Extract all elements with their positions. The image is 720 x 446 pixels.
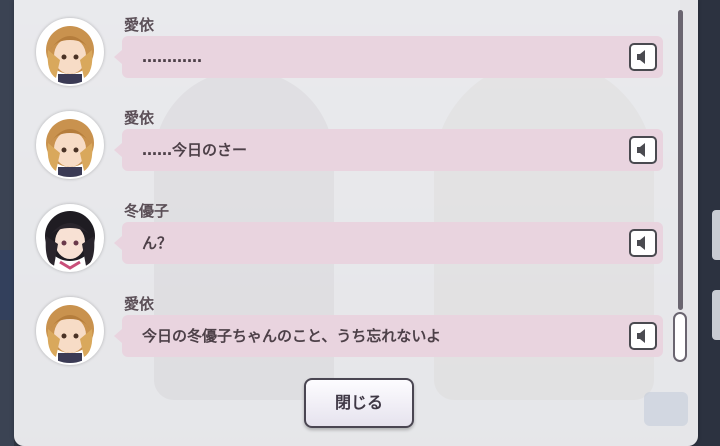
log-scrollbar-thumb[interactable] — [673, 312, 687, 362]
speaker-icon — [637, 236, 645, 250]
dialogue-bubble: ………… — [114, 36, 663, 78]
speaker-name: 愛依 — [124, 109, 155, 127]
voice-replay-button[interactable] — [629, 136, 657, 164]
speaker-icon — [637, 329, 645, 343]
voice-replay-button[interactable] — [629, 229, 657, 257]
log-entry: 冬優子 ん？ — [14, 196, 674, 276]
scene-left-edge — [0, 0, 14, 446]
log-scrollbar-track[interactable] — [678, 10, 683, 310]
log-entry: 愛依 ……今日のさー — [14, 103, 674, 183]
speaker-name: 冬優子 — [124, 202, 170, 220]
aii-portrait-icon — [36, 18, 104, 86]
dialogue-text: ………… — [142, 48, 202, 66]
dialogue-log-panel: 愛依 ………… 愛依 ……今日のさー 冬優子 ん？ 愛依 今日の冬優子ちゃんのこ… — [14, 0, 698, 446]
log-entry: 愛依 ………… — [14, 10, 674, 90]
dialogue-bubble: ん？ — [114, 222, 663, 264]
scene-left-chip — [0, 250, 14, 320]
voice-replay-button[interactable] — [629, 322, 657, 350]
dialogue-text: 今日の冬優子ちゃんのこと、うち忘れないよ — [142, 327, 442, 345]
fuyuko-portrait-icon — [36, 204, 104, 272]
dialogue-bubble: ……今日のさー — [114, 129, 663, 171]
voice-replay-button[interactable] — [629, 43, 657, 71]
aii-portrait-icon — [36, 297, 104, 365]
side-menu-tab[interactable] — [712, 290, 720, 340]
speaker-name: 愛依 — [124, 16, 155, 34]
auto-off-button — [644, 392, 688, 426]
log-entry: 愛依 今日の冬優子ちゃんのこと、うち忘れないよ — [14, 289, 674, 369]
dialogue-text: ん？ — [142, 234, 173, 252]
dialogue-bubble: 今日の冬優子ちゃんのこと、うち忘れないよ — [114, 315, 663, 357]
speaker-icon — [637, 50, 645, 64]
speaker-name: 愛依 — [124, 295, 155, 313]
aii-portrait-icon — [36, 111, 104, 179]
close-button[interactable]: 閉じる — [304, 378, 414, 428]
side-menu-tab[interactable] — [712, 210, 720, 260]
speaker-icon — [637, 143, 645, 157]
dialogue-text: ……今日のさー — [142, 141, 248, 159]
